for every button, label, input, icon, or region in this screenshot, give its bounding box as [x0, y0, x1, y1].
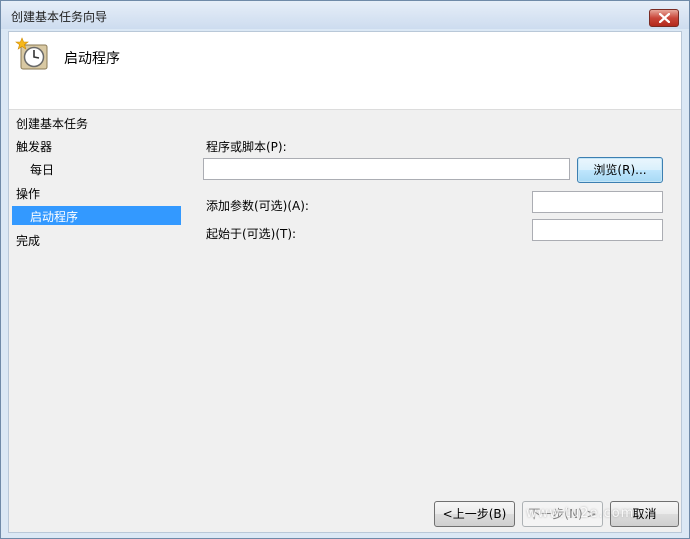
- nav-item-trigger[interactable]: 触发器: [16, 138, 52, 155]
- back-button[interactable]: <上一步(B): [434, 501, 515, 527]
- start-in-input[interactable]: [532, 219, 663, 241]
- nav-item-finish[interactable]: 完成: [16, 232, 40, 249]
- nav-item-daily[interactable]: 每日: [30, 161, 54, 178]
- args-input[interactable]: [532, 191, 663, 213]
- wizard-window: 创建基本任务向导 启动程序 创建基本任务 触发器 每日 操作 启动程序 完成 程…: [0, 0, 690, 539]
- wizard-client-area: 启动程序 创建基本任务 触发器 每日 操作 启动程序 完成 程序或脚本(P): …: [8, 31, 682, 533]
- close-icon: [659, 13, 670, 23]
- close-button[interactable]: [649, 9, 679, 27]
- nav-item-start-program[interactable]: 启动程序: [12, 206, 181, 225]
- nav-section-title: 创建基本任务: [16, 117, 89, 131]
- program-label: 程序或脚本(P):: [206, 140, 287, 154]
- program-input[interactable]: [203, 158, 570, 180]
- nav-item-label: 启动程序: [30, 210, 79, 224]
- watermark-text: www.tu2e.com: [526, 506, 635, 521]
- title-bar[interactable]: 创建基本任务向导: [1, 1, 689, 29]
- wizard-header: 启动程序: [9, 32, 681, 109]
- wizard-body: 创建基本任务 触发器 每日 操作 启动程序 完成 程序或脚本(P): 浏览(R)…: [9, 110, 681, 532]
- page-title: 启动程序: [64, 51, 120, 67]
- window-title: 创建基本任务向导: [11, 10, 108, 24]
- start-in-label: 起始于(可选)(T):: [206, 227, 297, 241]
- args-label: 添加参数(可选)(A):: [206, 199, 309, 213]
- browse-button[interactable]: 浏览(R)...: [577, 157, 663, 183]
- clock-with-star-icon: [15, 37, 48, 70]
- nav-item-action[interactable]: 操作: [16, 185, 40, 202]
